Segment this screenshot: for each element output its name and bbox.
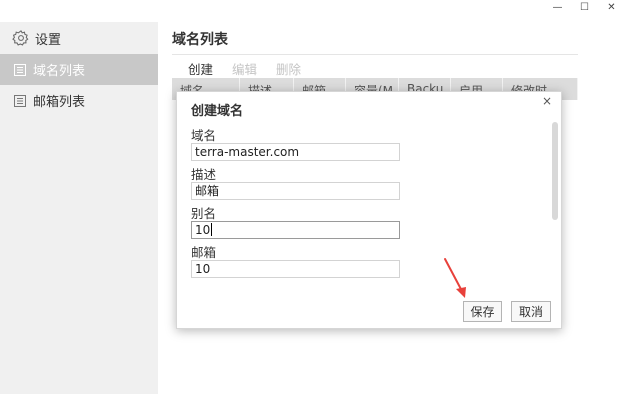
cancel-button[interactable]: 取消 xyxy=(511,301,551,322)
close-button[interactable]: ✕ xyxy=(598,0,625,14)
domain-label: 域名 xyxy=(191,128,217,143)
mailbox-label: 邮箱 xyxy=(191,245,217,260)
sidebar-item-mailbox-list[interactable]: 邮箱列表 xyxy=(0,85,158,116)
sidebar-item-label: 邮箱列表 xyxy=(33,95,86,110)
edit-button[interactable]: 编辑 xyxy=(232,59,257,78)
domain-input[interactable]: terra-master.com xyxy=(191,143,400,161)
text-caret xyxy=(211,223,213,236)
minimize-button[interactable]: — xyxy=(544,0,571,14)
app-window: — ☐ ✕ 设置 域名列表 邮箱列表 域名列表 创建 编辑 删除 Backu 创… xyxy=(0,0,625,394)
description-label: 描述 xyxy=(191,167,217,182)
save-button[interactable]: 保存 xyxy=(463,301,502,322)
close-icon[interactable]: × xyxy=(542,94,552,108)
sidebar-item-label: 域名列表 xyxy=(33,64,86,79)
title-divider xyxy=(172,54,578,55)
red-arrow-annotation xyxy=(444,258,466,298)
gear-icon xyxy=(12,30,29,46)
delete-button[interactable]: 删除 xyxy=(276,59,301,78)
create-domain-dialog: 创建域名 × 域名 terra-master.com 描述 邮箱 别名 10 邮… xyxy=(176,91,562,329)
list-icon xyxy=(14,63,26,76)
sidebar: 设置 域名列表 邮箱列表 xyxy=(0,22,158,394)
mailbox-input[interactable]: 10 xyxy=(191,260,400,278)
toolbar: 创建 编辑 删除 xyxy=(188,59,301,78)
page-title: 域名列表 xyxy=(172,32,228,48)
maximize-button[interactable]: ☐ xyxy=(571,0,598,14)
alias-input[interactable]: 10 xyxy=(191,221,400,239)
window-controls: — ☐ ✕ xyxy=(544,0,625,16)
sidebar-header-settings[interactable]: 设置 xyxy=(0,22,158,54)
create-button[interactable]: 创建 xyxy=(188,59,213,78)
alias-value: 10 xyxy=(195,223,211,237)
sidebar-header-label: 设置 xyxy=(35,32,62,48)
list-icon xyxy=(14,94,26,107)
alias-label: 别名 xyxy=(191,206,217,221)
description-input[interactable]: 邮箱 xyxy=(191,182,400,200)
dialog-title: 创建域名 xyxy=(191,104,244,119)
dialog-scrollbar[interactable] xyxy=(552,122,558,220)
sidebar-item-domain-list[interactable]: 域名列表 xyxy=(0,54,158,85)
